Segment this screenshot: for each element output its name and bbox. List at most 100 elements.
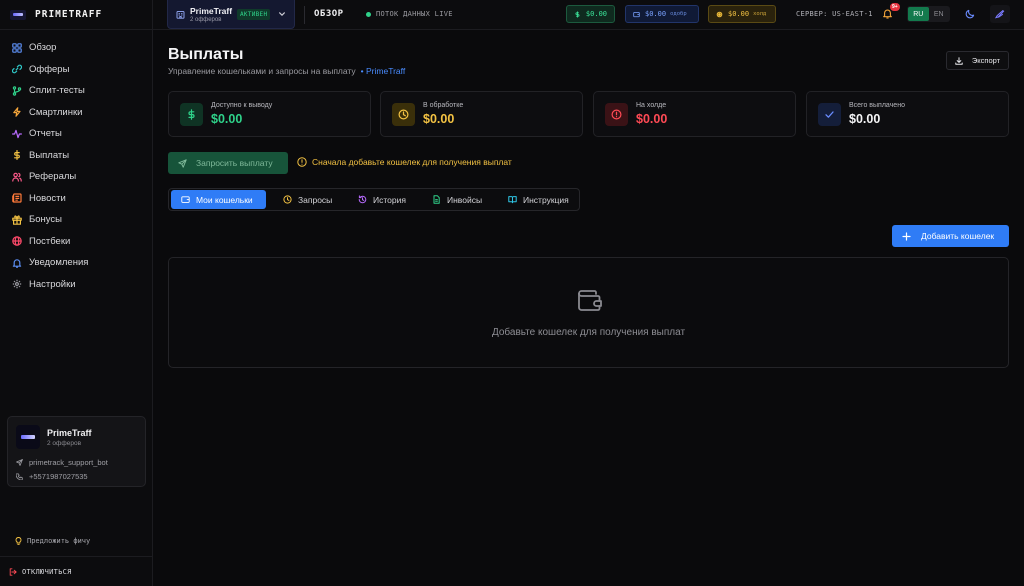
stat-value: $0.00: [211, 112, 243, 126]
plus-icon: [902, 231, 911, 241]
balance-approved[interactable]: $0.00 одобр: [625, 5, 699, 23]
lightbulb-icon: [15, 537, 22, 545]
notification-count-badge: 9+: [890, 3, 900, 11]
file-icon: [433, 195, 440, 204]
sidebar-item-label: Выплаты: [29, 149, 70, 161]
support-phone-link[interactable]: +5571987027535: [8, 469, 145, 483]
server-label: СЕРВЕР: US-EAST-1: [796, 10, 873, 18]
page-subtitle: Управление кошельками и запросы на выпла…: [168, 66, 405, 76]
lang-ru-button[interactable]: RU: [908, 7, 929, 21]
sidebar-item-settings[interactable]: Настройки: [0, 274, 152, 296]
live-status-label: ПОТОК ДАННЫХ LIVE: [376, 10, 453, 18]
balance-approved-value: $0.00: [645, 10, 667, 18]
sidebar-item-reports[interactable]: Отчеты: [0, 123, 152, 145]
sidebar-item-payouts[interactable]: Выплаты: [0, 145, 152, 167]
tab-my-wallets[interactable]: Мои кошельки: [171, 190, 266, 209]
account-card-sub: 2 офферов: [47, 439, 82, 447]
grid-icon: [12, 42, 22, 53]
tab-invoices[interactable]: Инвойсы: [422, 190, 492, 209]
dollar-icon: [12, 150, 22, 161]
main-content: Выплаты Управление кошельками и запросы …: [153, 30, 1024, 586]
request-payout-label: Запросить выплату: [196, 158, 273, 168]
tab-label: История: [373, 194, 406, 205]
logout-button[interactable]: ОТКЛЮЧИТЬСЯ: [9, 568, 72, 576]
tab-label: Мои кошельки: [196, 194, 253, 205]
account-name: PrimeTraff: [190, 5, 233, 16]
balance-hold-value: $0.00: [728, 10, 750, 18]
book-open-icon: [508, 196, 517, 204]
support-telegram: primetrack_support_bot: [29, 457, 108, 467]
tab-label: Инвойсы: [447, 194, 483, 205]
stat-label: Доступно к выводу: [211, 102, 273, 109]
tab-label: Инструкция: [523, 194, 569, 205]
brand-logo-icon: [10, 9, 26, 20]
sidebar-item-referrals[interactable]: Рефералы: [0, 166, 152, 188]
sidebar-item-label: Обзор: [29, 42, 57, 54]
account-card[interactable]: PrimeTraff 2 офферов primetrack_support_…: [7, 416, 146, 487]
sidebar-item-label: Новости: [29, 192, 66, 204]
logout-area: ОТКЛЮЧИТЬСЯ: [0, 556, 153, 586]
newspaper-icon: [12, 193, 22, 203]
balance-available[interactable]: $0.00: [566, 5, 615, 23]
brand-name: PRIMETRAFF: [35, 9, 103, 20]
tab-instructions[interactable]: Инструкция: [498, 190, 579, 209]
account-card-name: PrimeTraff: [47, 427, 92, 438]
sidebar-item-postbacks[interactable]: Постбеки: [0, 231, 152, 253]
sidebar-item-label: Смартлинки: [29, 106, 83, 118]
sidebar-item-label: Уведомления: [29, 257, 89, 269]
balance-hold[interactable]: $0.00 холд: [708, 5, 776, 23]
header-logo-button[interactable]: [990, 5, 1010, 23]
split-icon: [12, 86, 22, 96]
export-button[interactable]: Экспорт: [946, 51, 1009, 70]
users-icon: [12, 172, 22, 182]
sidebar-item-split-tests[interactable]: Сплит-тесты: [0, 80, 152, 102]
subtitle-link[interactable]: • PrimeTraff: [361, 66, 406, 76]
alert-circle-icon: [605, 103, 628, 126]
sidebar-item-label: Рефералы: [29, 171, 77, 183]
add-wallet-warning: Сначала добавьте кошелек для получения в…: [297, 157, 512, 167]
balance-available-value: $0.00: [585, 10, 607, 18]
warning-text: Сначала добавьте кошелек для получения в…: [312, 157, 512, 167]
tab-requests[interactable]: Запросы: [273, 190, 342, 209]
sidebar-item-notifications[interactable]: Уведомления: [0, 252, 152, 274]
stat-label: Всего выплачено: [849, 102, 905, 109]
page-subtitle-text: Управление кошельками и запросы на выпла…: [168, 66, 356, 76]
stat-label: В обработке: [423, 102, 464, 109]
suggest-feature-link[interactable]: Предложить фичу: [15, 537, 90, 545]
suggest-feature-label: Предложить фичу: [27, 537, 91, 545]
stat-card-available: Доступно к выводу $0.00: [168, 91, 371, 137]
status-badge: АКТИВЕН: [237, 9, 271, 20]
send-icon: [16, 458, 23, 466]
language-switcher: RU EN: [907, 6, 950, 22]
account-logo-icon: [16, 425, 40, 449]
page-section-title: ОБЗОР: [314, 9, 344, 19]
tab-history[interactable]: История: [348, 190, 416, 209]
sidebar-item-smartlinks[interactable]: Смартлинки: [0, 102, 152, 124]
account-switcher[interactable]: PrimeTraff 2 офферов АКТИВЕН: [167, 0, 295, 29]
live-status: ПОТОК ДАННЫХ LIVE: [366, 10, 453, 18]
sidebar: PRIMETRAFF Обзор Офферы Сплит-тесты Смар…: [0, 0, 153, 586]
sidebar-item-label: Постбеки: [29, 235, 71, 247]
brand[interactable]: PRIMETRAFF: [0, 0, 152, 30]
sidebar-item-bonuses[interactable]: Бонусы: [0, 209, 152, 231]
wallet-icon: [633, 11, 640, 17]
add-wallet-button[interactable]: Добавить кошелек: [892, 225, 1009, 247]
support-telegram-link[interactable]: primetrack_support_bot: [8, 455, 145, 469]
sidebar-item-offers[interactable]: Офферы: [0, 59, 152, 81]
add-wallet-label: Добавить кошелек: [921, 231, 995, 241]
phone-icon: [16, 472, 23, 480]
activity-icon: [12, 129, 22, 139]
lang-en-button[interactable]: EN: [929, 7, 950, 21]
stat-label: На холде: [636, 102, 667, 109]
alert-circle-icon: [297, 157, 307, 167]
request-payout-button[interactable]: Запросить выплату: [168, 152, 288, 174]
stat-value: $0.00: [849, 112, 881, 126]
sidebar-item-news[interactable]: Новости: [0, 188, 152, 210]
moon-icon[interactable]: [965, 9, 975, 19]
page-title: Выплаты: [168, 46, 244, 63]
wallet-icon: [578, 290, 602, 311]
rocket-icon: [995, 9, 1005, 18]
sidebar-item-label: Настройки: [29, 278, 76, 290]
sidebar-item-overview[interactable]: Обзор: [0, 37, 152, 59]
balance-hold-note: холд: [753, 11, 767, 17]
